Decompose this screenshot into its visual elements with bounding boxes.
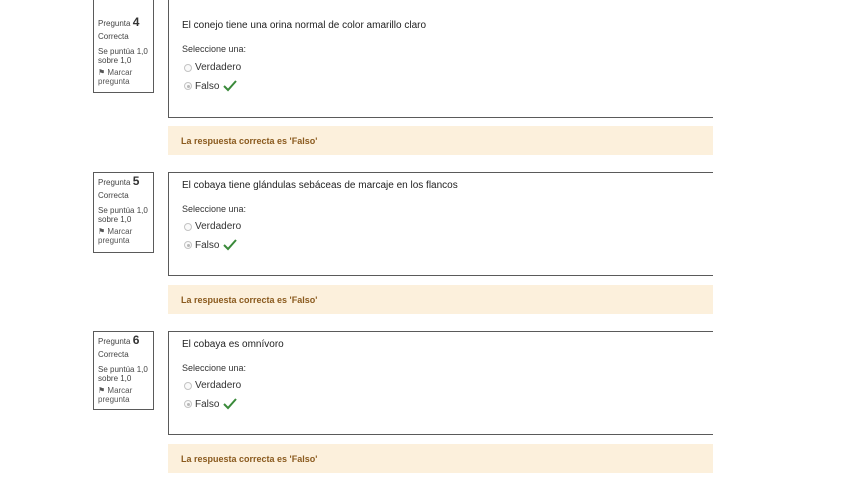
- answer-label: Verdadero: [195, 380, 242, 391]
- feedback-correct-answer: La respuesta correcta es 'Falso': [168, 126, 713, 155]
- answer-option-true[interactable]: Verdadero: [184, 380, 241, 391]
- answer-option-true[interactable]: Verdadero: [184, 221, 241, 232]
- question-content: El cobaya es omnívoro Seleccione una: Ve…: [168, 331, 713, 435]
- answer-option-false[interactable]: Falso: [184, 80, 238, 92]
- answer-label: Falso: [195, 80, 220, 92]
- radio-false[interactable]: [184, 400, 192, 408]
- question-text: El cobaya tiene glándulas sebáceas de ma…: [182, 180, 458, 191]
- select-prompt: Seleccione una:: [182, 44, 247, 54]
- question-text: El conejo tiene una orina normal de colo…: [182, 20, 427, 31]
- check-icon: [223, 239, 238, 251]
- question-content: El conejo tiene una orina normal de colo…: [168, 0, 713, 118]
- radio-true[interactable]: [184, 63, 192, 72]
- feedback-correct-answer: La respuesta correcta es 'Falso': [168, 444, 713, 473]
- radio-true[interactable]: [184, 381, 192, 390]
- question-info: Pregunta 5 Correcta Se puntúa 1,0 sobre …: [93, 172, 154, 253]
- question-text: El cobaya es omnívoro: [182, 339, 284, 350]
- answer-label: Falso: [195, 398, 220, 410]
- question-state: Correcta: [98, 191, 129, 200]
- question-state: Correcta: [98, 32, 129, 41]
- check-icon: [223, 80, 238, 92]
- answer-option-false[interactable]: Falso: [184, 398, 238, 410]
- question-info: Pregunta 6 Correcta Se puntúa 1,0 sobre …: [93, 331, 154, 410]
- radio-false[interactable]: [184, 82, 192, 90]
- question-grade: Se puntúa 1,0 sobre 1,0: [98, 47, 148, 65]
- radio-true[interactable]: [184, 222, 192, 231]
- question-number: Pregunta 6: [98, 333, 140, 347]
- check-icon: [223, 398, 238, 410]
- select-prompt: Seleccione una:: [182, 204, 247, 214]
- select-prompt: Seleccione una:: [182, 363, 247, 373]
- flag-question-link[interactable]: ⚑ Marcar pregunta: [98, 386, 153, 404]
- question-state: Correcta: [98, 350, 129, 359]
- answer-label: Falso: [195, 239, 220, 251]
- question-info: Pregunta 4 Correcta Se puntúa 1,0 sobre …: [93, 0, 154, 93]
- answer-label: Verdadero: [195, 62, 242, 73]
- answer-label: Verdadero: [195, 221, 242, 232]
- flag-question-link[interactable]: ⚑ Marcar pregunta: [98, 68, 153, 86]
- question-number: Pregunta 4: [98, 15, 140, 29]
- feedback-correct-answer: La respuesta correcta es 'Falso': [168, 285, 713, 314]
- question-content: El cobaya tiene glándulas sebáceas de ma…: [168, 172, 713, 276]
- answer-option-false[interactable]: Falso: [184, 239, 238, 251]
- question-grade: Se puntúa 1,0 sobre 1,0: [98, 206, 148, 224]
- question-number: Pregunta 5: [98, 174, 140, 188]
- radio-false[interactable]: [184, 241, 192, 249]
- flag-icon: ⚑: [98, 227, 106, 236]
- flag-icon: ⚑: [98, 68, 106, 77]
- answer-option-true[interactable]: Verdadero: [184, 62, 241, 73]
- question-grade: Se puntúa 1,0 sobre 1,0: [98, 365, 148, 383]
- flag-icon: ⚑: [98, 386, 106, 395]
- flag-question-link[interactable]: ⚑ Marcar pregunta: [98, 227, 153, 245]
